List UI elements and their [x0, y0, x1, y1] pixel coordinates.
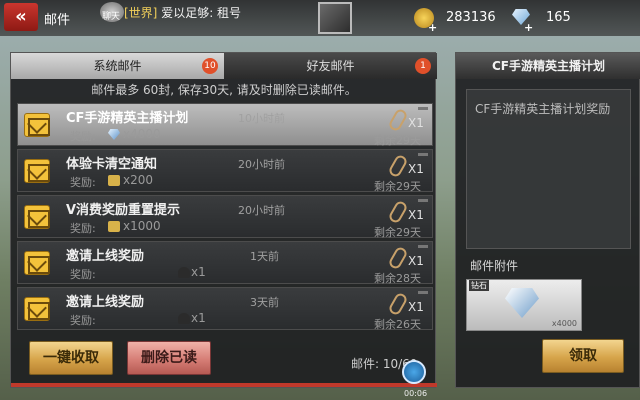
mail-detail-panel: CF手游精英主播计划 CF手游精英主播计划奖励 邮件附件 钻石 x4000 领取 — [455, 52, 640, 388]
attachment-amount: x4000 — [551, 319, 577, 328]
reward-amount: x4000 — [123, 127, 161, 141]
attachment-count: X1 — [408, 208, 424, 222]
claim-button[interactable]: 领取 — [542, 339, 624, 373]
attachment-count: X1 — [408, 300, 424, 314]
mail-time: 20小时前 — [238, 158, 285, 171]
mail-title: 邀请上线奖励 — [66, 249, 145, 264]
record-indicator-icon[interactable] — [402, 360, 426, 384]
mail-time: 20小时前 — [238, 204, 285, 217]
character-icon — [178, 313, 190, 324]
mail-item[interactable]: V消费奖励重置提示 奖励: x1000 20小时前 X1 剩余29天 — [17, 195, 433, 239]
mail-title: CF手游精英主播计划 — [66, 111, 189, 126]
row-marker — [418, 107, 428, 110]
chat-message: 爱以足够: 租号 — [161, 6, 242, 20]
row-marker — [418, 245, 428, 248]
tab-label: 系统邮件 — [93, 59, 142, 73]
mail-time: 3天前 — [250, 296, 279, 309]
envelope-icon — [24, 205, 50, 229]
diamond-icon — [505, 288, 539, 318]
envelope-icon — [24, 159, 50, 183]
diamond-count: 165 — [546, 10, 571, 25]
unread-badge: 10 — [202, 58, 218, 74]
envelope-icon — [24, 297, 50, 321]
paperclip-icon — [387, 153, 409, 179]
mail-time: 10小时前 — [238, 112, 285, 125]
days-remaining: 剩余29天 — [374, 180, 421, 193]
row-marker — [418, 199, 428, 202]
days-remaining: 剩余26天 — [374, 318, 421, 331]
reward-label: 奖励: — [70, 314, 96, 327]
reward-label: 奖励: — [70, 176, 96, 189]
chat-avatar-label: 聊天 — [102, 12, 121, 22]
delete-read-button[interactable]: 删除已读 — [127, 341, 211, 375]
reward-label: 奖励: — [70, 130, 96, 143]
reward-amount: x200 — [123, 173, 154, 187]
add-coins-button[interactable]: + — [428, 22, 439, 33]
chat-channel: [世界] — [124, 6, 158, 20]
days-remaining: 剩余28天 — [374, 272, 421, 285]
card-icon — [108, 175, 120, 186]
mail-item[interactable]: CF手游精英主播计划 奖励: x4000 10小时前 X1 剩余29天 — [17, 103, 433, 147]
days-remaining: 剩余29天 — [374, 226, 421, 239]
mail-title: 体验卡清空通知 — [66, 157, 158, 172]
add-diamonds-button[interactable]: + — [524, 22, 535, 33]
top-bar: « 邮件 聊天 [世界] 爱以足够: 租号 + 283136 + 165 — [0, 0, 640, 36]
character-icon — [178, 267, 190, 278]
mail-title: 邀请上线奖励 — [66, 295, 145, 310]
card-icon — [108, 221, 120, 232]
attachment-count: X1 — [408, 162, 424, 176]
attachment-item[interactable]: 钻石 x4000 — [466, 279, 582, 331]
mail-time: 1天前 — [250, 250, 279, 263]
mail-list: CF手游精英主播计划 奖励: x4000 10小时前 X1 剩余29天 体验卡清… — [17, 103, 433, 333]
detail-body-text: CF手游精英主播计划奖励 — [475, 102, 611, 116]
event-thumbnail[interactable] — [318, 2, 352, 34]
detail-body: CF手游精英主播计划奖励 — [466, 89, 631, 249]
mail-item[interactable]: 邀请上线奖励 奖励: x1 1天前 X1 剩余28天 — [17, 241, 433, 285]
envelope-icon — [24, 251, 50, 275]
mail-panel: 系统邮件 10 好友邮件 1 邮件最多 60封, 保存30天, 请及时删除已读邮… — [10, 52, 437, 388]
paperclip-icon — [387, 291, 409, 317]
row-marker — [418, 153, 428, 156]
attachment-count: X1 — [408, 116, 424, 130]
mail-title: V消费奖励重置提示 — [66, 203, 181, 218]
attachments-label: 邮件附件 — [470, 259, 519, 273]
reward-label: 奖励: — [70, 268, 96, 281]
row-marker — [418, 291, 428, 294]
unread-badge: 1 — [415, 58, 431, 74]
status-time: 00:06 — [404, 389, 428, 398]
tab-friend-mail[interactable]: 好友邮件 1 — [224, 53, 437, 79]
paperclip-icon — [387, 107, 409, 133]
claim-all-button[interactable]: 一键收取 — [29, 341, 113, 375]
reward-label: 奖励: — [70, 222, 96, 235]
mail-info-text: 邮件最多 60封, 保存30天, 请及时删除已读邮件。 — [91, 83, 357, 97]
paperclip-icon — [387, 245, 409, 271]
back-button[interactable]: « — [4, 3, 38, 31]
screen-title: 邮件 — [44, 13, 71, 28]
attachment-count: X1 — [408, 254, 424, 268]
diamond-icon — [108, 129, 120, 140]
mail-tabs: 系统邮件 10 好友邮件 1 — [11, 53, 437, 79]
mail-item[interactable]: 邀请上线奖励 奖励: x1 3天前 X1 剩余26天 — [17, 287, 433, 331]
tab-system-mail[interactable]: 系统邮件 10 — [11, 53, 224, 79]
panel-divider — [11, 383, 437, 387]
world-chat-line[interactable]: [世界] 爱以足够: 租号 — [124, 4, 241, 21]
paperclip-icon — [387, 199, 409, 225]
reward-amount: x1000 — [123, 219, 161, 233]
envelope-icon — [24, 113, 50, 137]
attachment-name: 钻石 — [469, 280, 489, 291]
mail-item[interactable]: 体验卡清空通知 奖励: x200 20小时前 X1 剩余29天 — [17, 149, 433, 193]
tab-label: 好友邮件 — [306, 59, 355, 73]
days-remaining: 剩余29天 — [374, 134, 421, 147]
detail-title: CF手游精英主播计划 — [456, 53, 640, 79]
reward-amount: x1 — [191, 311, 206, 325]
coin-count: 283136 — [446, 10, 496, 25]
reward-amount: x1 — [191, 265, 206, 279]
